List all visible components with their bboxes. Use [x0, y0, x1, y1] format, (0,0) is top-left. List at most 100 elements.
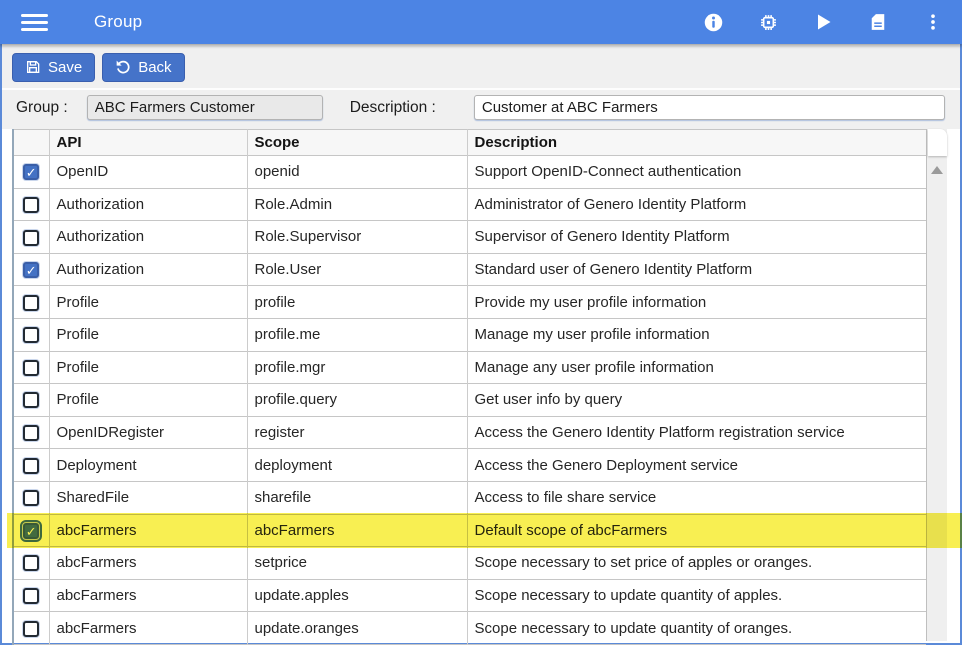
- description-column-header[interactable]: Description: [467, 130, 926, 156]
- scope-cell: profile.query: [255, 391, 338, 408]
- more-vertical-icon[interactable]: [922, 11, 944, 33]
- menu-icon[interactable]: [21, 10, 48, 35]
- info-icon[interactable]: [702, 11, 724, 33]
- description-label: Description :: [350, 99, 436, 117]
- save-icon: [25, 59, 41, 75]
- api-cell: Authorization: [57, 261, 145, 278]
- table-row[interactable]: OpenIDRegister register Access the Gener…: [13, 416, 926, 449]
- api-cell: abcFarmers: [57, 554, 137, 571]
- api-cell: SharedFile: [57, 489, 130, 506]
- table-row[interactable]: ✓ abcFarmers abcFarmers Default scope of…: [13, 514, 926, 547]
- table-row[interactable]: Deployment deployment Access the Genero …: [13, 449, 926, 482]
- row-checkbox[interactable]: [23, 555, 39, 571]
- row-checkbox[interactable]: ✓: [23, 523, 39, 539]
- row-checkbox[interactable]: [23, 230, 39, 246]
- api-cell: Profile: [57, 391, 100, 408]
- row-checkbox[interactable]: [23, 197, 39, 213]
- description-cell: Get user info by query: [475, 391, 623, 408]
- window-frame: Save Back Group : Description :: [0, 44, 962, 645]
- back-button[interactable]: Back: [102, 53, 184, 82]
- undo-icon: [115, 59, 131, 75]
- description-cell: Scope necessary to update quantity of or…: [475, 620, 793, 637]
- api-cell: Profile: [57, 359, 100, 376]
- group-label: Group :: [16, 99, 68, 117]
- description-cell: Manage any user profile information: [475, 359, 714, 376]
- scroll-up-icon[interactable]: [931, 166, 943, 174]
- table-row[interactable]: Profile profile Provide my user profile …: [13, 286, 926, 319]
- api-cell: Authorization: [57, 196, 145, 213]
- row-checkbox[interactable]: [23, 425, 39, 441]
- api-cell: abcFarmers: [57, 522, 137, 539]
- save-button[interactable]: Save: [12, 53, 95, 82]
- api-cell: Profile: [57, 294, 100, 311]
- page-title: Group: [94, 12, 142, 32]
- table-row[interactable]: abcFarmers setprice Scope necessary to s…: [13, 547, 926, 580]
- table-row[interactable]: Authorization Role.Admin Administrator o…: [13, 188, 926, 221]
- scopes-table: API Scope Description ✓ OpenID openid Su…: [12, 129, 926, 645]
- table-row[interactable]: abcFarmers update.oranges Scope necessar…: [13, 612, 926, 645]
- api-cell: abcFarmers: [57, 620, 137, 637]
- description-cell: Administrator of Genero Identity Platfor…: [475, 196, 747, 213]
- description-cell: Access the Genero Identity Platform regi…: [475, 424, 845, 441]
- scope-cell: profile: [255, 294, 296, 311]
- back-button-label: Back: [138, 59, 171, 76]
- api-cell: Authorization: [57, 228, 145, 245]
- row-checkbox[interactable]: [23, 490, 39, 506]
- api-cell: OpenIDRegister: [57, 424, 165, 441]
- scope-cell: openid: [255, 163, 300, 180]
- row-checkbox[interactable]: [23, 458, 39, 474]
- group-form: Group : Description :: [2, 90, 960, 129]
- description-input[interactable]: [474, 95, 945, 120]
- row-checkbox[interactable]: [23, 327, 39, 343]
- scope-cell: Role.Admin: [255, 196, 333, 213]
- row-checkbox[interactable]: [23, 588, 39, 604]
- scope-cell: register: [255, 424, 305, 441]
- scope-cell: deployment: [255, 457, 333, 474]
- table-row[interactable]: Profile profile.query Get user info by q…: [13, 384, 926, 417]
- description-cell: Default scope of abcFarmers: [475, 522, 668, 539]
- table-row[interactable]: Profile profile.mgr Manage any user prof…: [13, 351, 926, 384]
- scope-cell: Role.User: [255, 261, 322, 278]
- scope-cell: Role.Supervisor: [255, 228, 362, 245]
- app-header: Group: [0, 0, 962, 44]
- table-row[interactable]: abcFarmers update.apples Scope necessary…: [13, 579, 926, 612]
- row-checkbox[interactable]: [23, 360, 39, 376]
- table-row[interactable]: SharedFile sharefile Access to file shar…: [13, 481, 926, 514]
- group-input[interactable]: [87, 95, 323, 120]
- scope-cell: sharefile: [255, 489, 312, 506]
- description-cell: Standard user of Genero Identity Platfor…: [475, 261, 753, 278]
- api-cell: Profile: [57, 326, 100, 343]
- scrollbar-thumb[interactable]: [928, 129, 947, 156]
- scope-column-header[interactable]: Scope: [247, 130, 467, 156]
- scope-cell: update.oranges: [255, 620, 359, 637]
- scope-cell: update.apples: [255, 587, 349, 604]
- row-checkbox[interactable]: [23, 295, 39, 311]
- description-cell: Access the Genero Deployment service: [475, 457, 738, 474]
- api-cell: abcFarmers: [57, 587, 137, 604]
- description-cell: Support OpenID-Connect authentication: [475, 163, 742, 180]
- action-toolbar: Save Back: [2, 44, 960, 90]
- description-cell: Supervisor of Genero Identity Platform: [475, 228, 730, 245]
- vertical-scrollbar[interactable]: [926, 129, 947, 641]
- scope-cell: profile.me: [255, 326, 321, 343]
- description-cell: Manage my user profile information: [475, 326, 710, 343]
- table-row[interactable]: ✓ OpenID openid Support OpenID-Connect a…: [13, 156, 926, 189]
- debug-chip-icon[interactable]: [757, 11, 779, 33]
- row-checkbox[interactable]: ✓: [23, 262, 39, 278]
- scope-cell: setprice: [255, 554, 308, 571]
- scope-cell: abcFarmers: [255, 522, 335, 539]
- table-row[interactable]: Authorization Role.Supervisor Supervisor…: [13, 221, 926, 254]
- table-row[interactable]: ✓ Authorization Role.User Standard user …: [13, 253, 926, 286]
- row-checkbox[interactable]: [23, 392, 39, 408]
- api-cell: Deployment: [57, 457, 137, 474]
- run-icon[interactable]: [812, 11, 834, 33]
- table-header-row: API Scope Description: [13, 130, 926, 156]
- api-column-header[interactable]: API: [49, 130, 247, 156]
- description-cell: Provide my user profile information: [475, 294, 707, 311]
- description-cell: Scope necessary to update quantity of ap…: [475, 587, 783, 604]
- table-row[interactable]: Profile profile.me Manage my user profil…: [13, 318, 926, 351]
- checkbox-column-header: [13, 130, 49, 156]
- report-icon[interactable]: [867, 11, 889, 33]
- row-checkbox[interactable]: ✓: [23, 164, 39, 180]
- row-checkbox[interactable]: [23, 621, 39, 637]
